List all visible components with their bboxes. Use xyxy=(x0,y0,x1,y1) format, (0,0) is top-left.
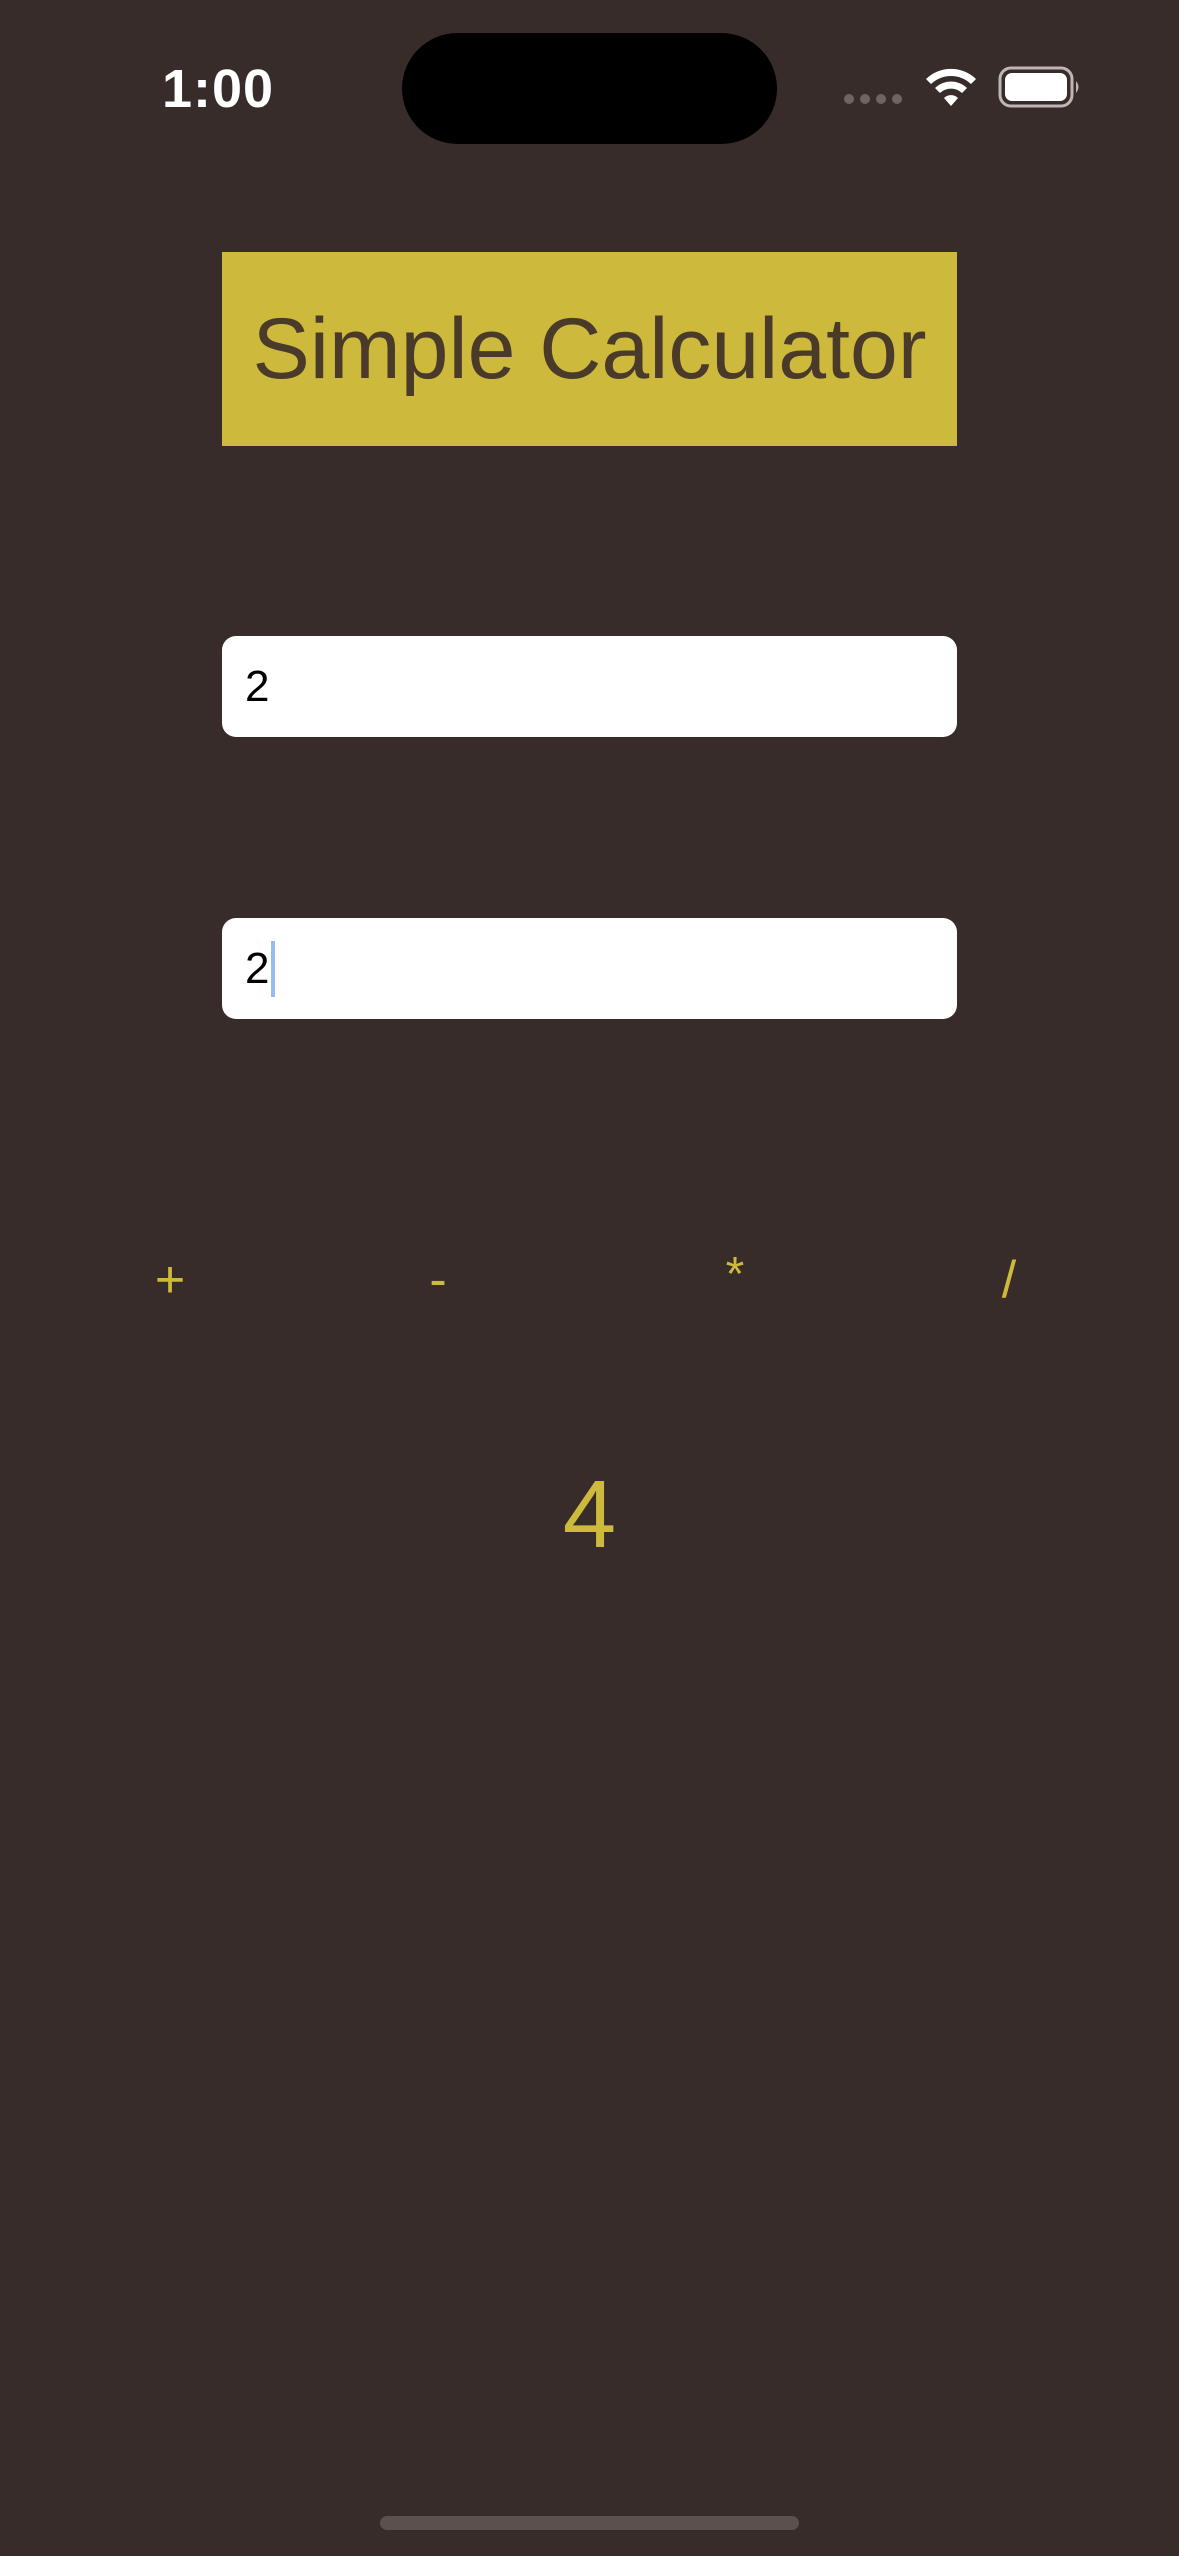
second-number-input[interactable]: 2 xyxy=(222,918,957,1019)
subtract-button[interactable]: - xyxy=(418,1240,458,1320)
title-banner: Simple Calculator xyxy=(222,252,957,446)
app-title: Simple Calculator xyxy=(252,301,927,397)
divide-button[interactable]: / xyxy=(989,1240,1029,1320)
battery-icon xyxy=(998,66,1079,108)
text-caret xyxy=(271,940,276,997)
first-number-value: 2 xyxy=(245,661,270,711)
wifi-icon xyxy=(926,68,976,106)
second-number-value: 2 xyxy=(245,943,270,993)
status-time: 1:00 xyxy=(162,59,275,119)
add-button[interactable]: + xyxy=(150,1240,190,1320)
cellular-signal-dots-icon xyxy=(844,94,902,104)
dynamic-island xyxy=(402,33,777,144)
first-number-input[interactable]: 2 xyxy=(222,636,957,737)
home-indicator[interactable] xyxy=(380,2516,799,2530)
result-label: 4 xyxy=(562,1461,617,1568)
multiply-button[interactable]: * xyxy=(715,1240,755,1320)
